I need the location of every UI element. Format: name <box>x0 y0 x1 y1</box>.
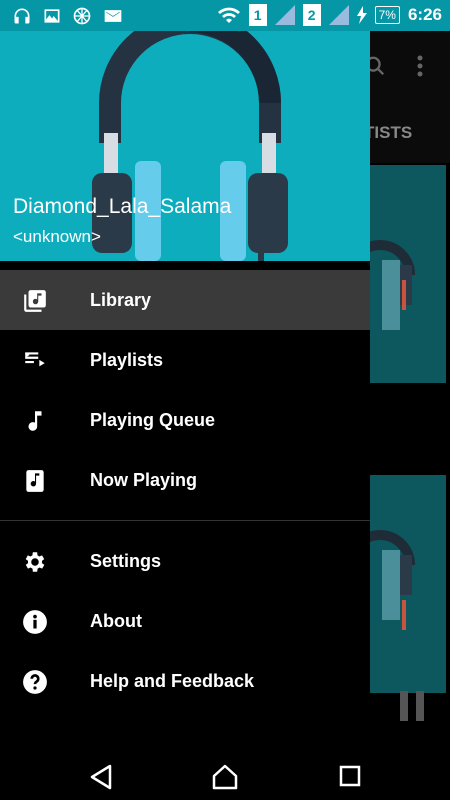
album-card[interactable] <box>370 165 446 383</box>
headphones-art <box>370 530 415 630</box>
divider <box>0 520 370 521</box>
background-toolbar <box>365 31 450 101</box>
headphones-art <box>370 240 415 330</box>
recents-icon[interactable] <box>338 764 362 788</box>
image-notification-icon <box>44 9 60 23</box>
nav-item-settings[interactable]: Settings <box>0 531 370 591</box>
nav-item-label: Help and Feedback <box>90 670 255 691</box>
nav-item-label: Now Playing <box>90 469 198 490</box>
home-icon[interactable] <box>211 763 239 791</box>
drawer-header[interactable]: Diamond_Lala_Salama <unknown> <box>0 31 370 261</box>
pause-icon[interactable] <box>400 691 426 721</box>
song-artist: <unknown> <box>13 227 101 246</box>
more-options-icon[interactable] <box>416 55 424 77</box>
mail-notification-icon <box>104 10 122 22</box>
drawer-menu: Library Playlists Playing Queue Now Play… <box>0 270 370 711</box>
status-bar: 1 2 7% 6:26 <box>0 0 450 31</box>
background-app: TISTS <box>364 31 450 755</box>
headphones-notification-icon <box>14 8 30 24</box>
playlist-icon <box>25 352 45 367</box>
nav-item-library[interactable]: Library <box>0 270 370 330</box>
wifi-icon <box>217 7 240 23</box>
nav-item-label: Playing Queue <box>90 409 216 430</box>
charging-icon <box>356 6 367 24</box>
nav-item-label: Settings <box>90 550 162 571</box>
sim1-badge: 1 <box>248 4 267 26</box>
ball-notification-icon <box>73 7 91 25</box>
library-music-icon <box>24 290 46 312</box>
navigation-drawer: Diamond_Lala_Salama <unknown> Library Pl… <box>0 31 370 755</box>
signal2-icon <box>328 5 349 25</box>
info-icon <box>23 610 47 634</box>
nav-item-label: Playlists <box>90 349 164 370</box>
music-note-icon <box>28 411 42 431</box>
help-icon <box>23 670 47 694</box>
nav-item-playlists[interactable]: Playlists <box>0 330 370 390</box>
back-icon[interactable] <box>88 763 114 791</box>
song-title: Diamond_Lala_Salama <box>13 195 232 218</box>
nav-item-now-playing[interactable]: Now Playing <box>0 450 370 510</box>
nav-item-label: Library <box>90 289 152 310</box>
gear-icon <box>25 552 45 572</box>
headphones-artwork <box>92 31 288 261</box>
clock: 6:26 <box>407 5 442 24</box>
nav-item-label: About <box>90 610 142 631</box>
nav-item-playing-queue[interactable]: Playing Queue <box>0 390 370 450</box>
tab-artists[interactable]: TISTS <box>364 123 412 143</box>
signal1-icon <box>274 5 295 25</box>
nav-item-help-feedback[interactable]: Help and Feedback <box>0 651 370 711</box>
nav-item-about[interactable]: About <box>0 591 370 651</box>
sim2-badge: 2 <box>302 4 321 26</box>
battery-level: 7% <box>374 6 400 24</box>
now-playing-icon <box>26 470 44 492</box>
system-navigation-bar <box>0 755 450 800</box>
album-card[interactable] <box>370 475 446 693</box>
